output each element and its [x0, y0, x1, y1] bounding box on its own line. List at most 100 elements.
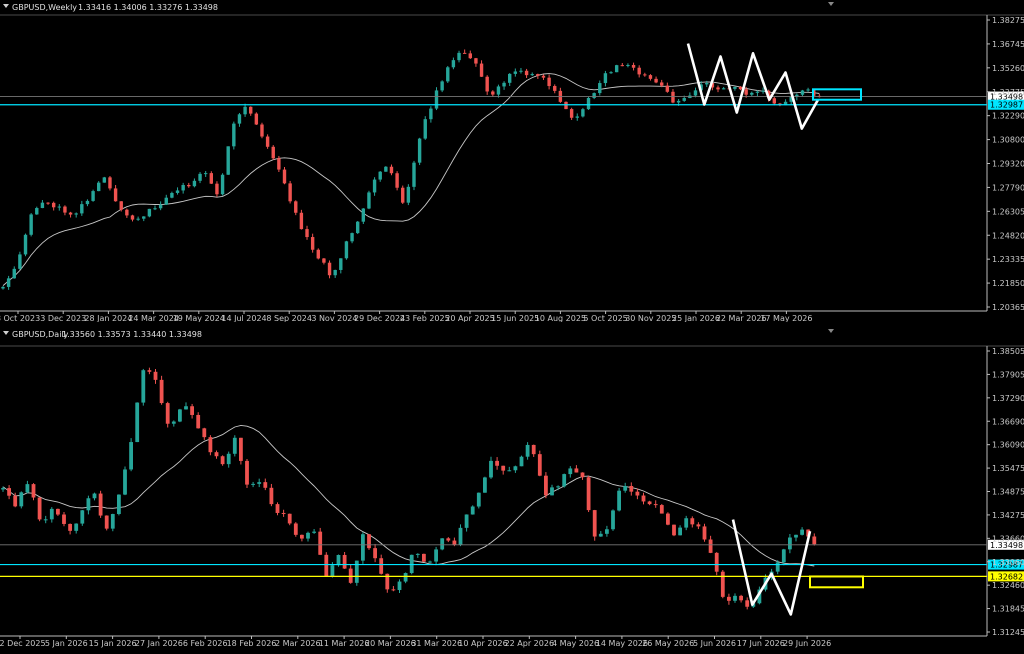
candle-bull [581, 109, 585, 117]
candle-bear [708, 539, 713, 553]
y-tick-label: 1.31245 [992, 628, 1024, 637]
y-tick-label: 1.24820 [992, 231, 1024, 240]
candle-bull [464, 514, 469, 528]
candle-bear [564, 101, 568, 110]
daily-chart-panel[interactable]: 1.33498 1.32987 1.32682 1.38505 1.37905 1.37… [0, 326, 1024, 654]
candle-bull [397, 581, 402, 591]
candle-bear [631, 64, 636, 68]
candle-bear [727, 596, 731, 601]
candle-bull [86, 498, 91, 511]
daily-chart-svg[interactable]: 1.334981.329871.32682 1.385051.379051.37… [0, 326, 1024, 654]
candle-bull [23, 234, 28, 255]
candle-bull [733, 86, 737, 89]
candle-bull [684, 518, 689, 528]
weekly-chart-panel[interactable]: 1.33498 1.32987 1.38275 1.36745 1.35260 1.33… [0, 0, 1024, 322]
candle-bull [733, 595, 737, 601]
candle-bear [119, 201, 123, 210]
x-tick-label: 2 Mar 2026 [275, 639, 321, 648]
candle-bull [170, 192, 174, 198]
x-tick-label: 22 Apr 2026 [505, 639, 554, 648]
candle-bear [569, 109, 574, 118]
candle-bull [129, 442, 133, 470]
daily-ohlc-values: 1.33560 1.33573 1.33440 1.33498 [62, 330, 202, 339]
candle-bull [350, 233, 354, 242]
candle-bull [440, 538, 445, 550]
candle-bull [74, 213, 78, 215]
candle-bull [232, 123, 236, 147]
candle-bear [553, 86, 557, 91]
candle-bear [269, 487, 274, 505]
candle-bull [226, 146, 230, 175]
weekly-ohlc-values: 1.33416 1.34006 1.33276 1.33498 [78, 3, 218, 12]
candle-bear [130, 215, 135, 220]
y-tick-label: 1.27790 [992, 183, 1024, 192]
candle-bear [277, 158, 281, 170]
candle-bear [327, 262, 332, 276]
candle-bear [772, 98, 777, 104]
candle-bull [483, 477, 487, 493]
candle-bear [620, 65, 624, 67]
y-tick-label: 1.36745 [992, 40, 1024, 49]
candle-bear [153, 371, 158, 380]
candle-bear [209, 173, 214, 184]
candle-bull [102, 177, 107, 183]
candle-bull [198, 173, 202, 181]
candle-bear [446, 538, 451, 541]
candle-bull [147, 208, 152, 217]
x-tick-label: 22 Dec 2025 [0, 639, 46, 648]
candle-bull [378, 171, 382, 180]
candle-bull [525, 444, 530, 457]
candle-bull [80, 510, 85, 524]
candle-bull [705, 83, 709, 85]
candle-bear [574, 468, 579, 473]
candle-bear [373, 548, 377, 559]
candle-bear [324, 554, 329, 577]
candle-bull [508, 73, 512, 83]
candle-bull [693, 90, 698, 96]
x-tick-label: 22 Mar 2026 [716, 314, 767, 322]
candle-bear [249, 106, 253, 114]
candle-bull [806, 89, 810, 91]
candle-bear [672, 524, 676, 536]
candle-bull [502, 82, 506, 87]
candle-bull [29, 214, 33, 235]
x-tick-label: 10 Apr 2026 [458, 639, 507, 648]
candle-bull [158, 204, 163, 209]
candle-bull [434, 90, 439, 109]
candle-bull [339, 258, 343, 270]
candle-bear [165, 403, 170, 424]
candle-bull [85, 200, 90, 205]
candle-bear [580, 472, 585, 478]
candle-bear [68, 212, 73, 215]
candle-bull [136, 218, 140, 220]
candle-bear [263, 482, 268, 488]
candle-bear [379, 558, 384, 574]
candle-bear [531, 444, 536, 455]
weekly-chart-svg[interactable]: 1.334981.32987 1.382751.367451.352601.33… [0, 0, 1024, 322]
candle-bear [299, 212, 304, 230]
candle-bear [147, 370, 152, 372]
candle-bull [519, 456, 524, 467]
candle-bear [491, 91, 495, 95]
candle-bear [202, 428, 207, 438]
candle-bull [43, 519, 48, 521]
candle-bear [544, 475, 548, 496]
candle-bear [104, 515, 109, 529]
candle-bull [135, 402, 140, 443]
x-tick-label: 5 Oct 2025 [583, 314, 627, 322]
candle-bull [164, 197, 168, 205]
candle-bear [653, 504, 658, 506]
candle-bull [74, 523, 79, 531]
candle-bull [794, 534, 798, 538]
candle-bull [519, 70, 523, 72]
candle-bull [97, 182, 101, 192]
candle-bull [306, 532, 310, 539]
candle-bull [175, 190, 180, 193]
candle-bull [153, 208, 157, 210]
y-tick-label: 1.30800 [992, 136, 1024, 145]
candle-bull [513, 71, 518, 74]
candle-bear [537, 454, 542, 476]
candle-bull [623, 485, 628, 491]
candle-bull [775, 562, 780, 572]
x-tick-label: 3 Dec 2023 [40, 314, 86, 322]
